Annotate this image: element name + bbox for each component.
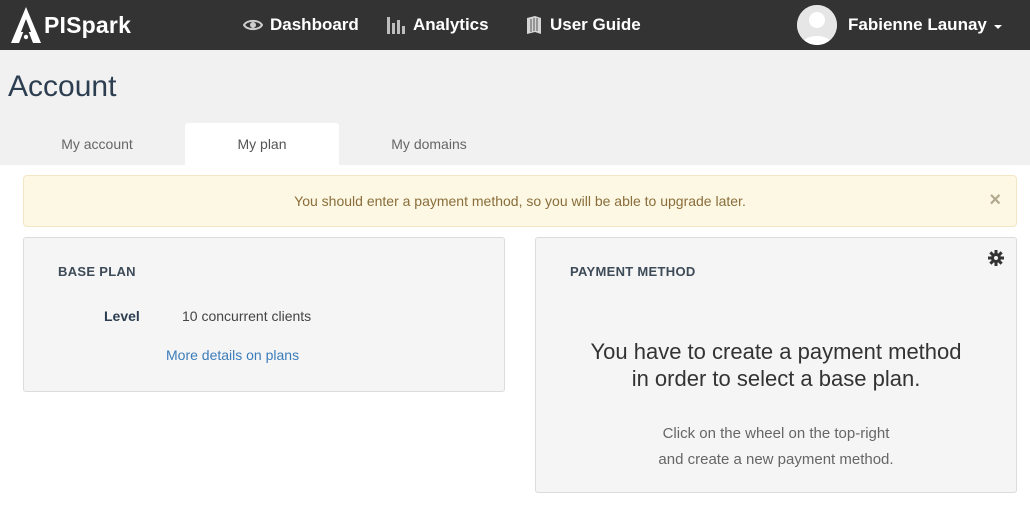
user-name: Fabienne Launay xyxy=(848,15,987,34)
tab-my-domains[interactable]: My domains xyxy=(348,123,510,165)
nav-user-guide[interactable]: User Guide xyxy=(525,12,641,38)
top-navbar: PISpark Dashboard Analytics User Guide F… xyxy=(0,0,1030,50)
payment-method-message-line1: You have to create a payment method xyxy=(590,339,962,364)
page-title: Account xyxy=(8,70,117,103)
payment-method-hint: Click on the wheel on the top-right and … xyxy=(536,421,1016,473)
tab-my-plan[interactable]: My plan xyxy=(185,123,339,165)
user-menu[interactable]: Fabienne Launay xyxy=(797,4,1002,46)
payment-method-hint-line1: Click on the wheel on the top-right xyxy=(662,425,890,442)
nav-user-guide-label: User Guide xyxy=(550,15,641,34)
chevron-down-icon xyxy=(993,24,1002,29)
apispark-logo[interactable]: PISpark xyxy=(9,6,131,44)
bar-chart-icon xyxy=(387,17,405,34)
eye-icon xyxy=(243,19,263,31)
logo-text: PISpark xyxy=(44,11,132,38)
nav-analytics-label: Analytics xyxy=(413,15,489,34)
payment-warning-alert: You should enter a payment method, so yo… xyxy=(23,175,1017,227)
base-plan-title: BASE PLAN xyxy=(58,264,136,279)
payment-method-hint-line2: and create a new payment method. xyxy=(658,451,894,468)
close-icon[interactable]: × xyxy=(989,190,1001,210)
nav-dashboard[interactable]: Dashboard xyxy=(243,12,359,38)
level-value: 10 concurrent clients xyxy=(182,308,312,324)
avatar xyxy=(797,5,837,45)
payment-method-message: You have to create a payment method in o… xyxy=(536,338,1016,392)
payment-method-message-line2: in order to select a base plan. xyxy=(631,366,921,391)
apispark-a-logo-icon xyxy=(11,7,41,43)
payment-method-panel: PAYMENT METHOD You have to create a paym… xyxy=(535,237,1017,493)
alert-message: You should enter a payment method, so yo… xyxy=(294,193,746,209)
more-details-link[interactable]: More details on plans xyxy=(166,347,299,363)
nav-analytics[interactable]: Analytics xyxy=(386,12,489,38)
gear-icon[interactable] xyxy=(988,250,1004,271)
base-plan-panel: BASE PLAN Level 10 concurrent clients Mo… xyxy=(23,237,505,392)
payment-method-title: PAYMENT METHOD xyxy=(570,264,696,279)
nav-dashboard-label: Dashboard xyxy=(270,15,359,34)
level-label: Level xyxy=(104,308,140,324)
book-icon xyxy=(527,16,541,34)
tab-my-account[interactable]: My account xyxy=(17,123,177,165)
